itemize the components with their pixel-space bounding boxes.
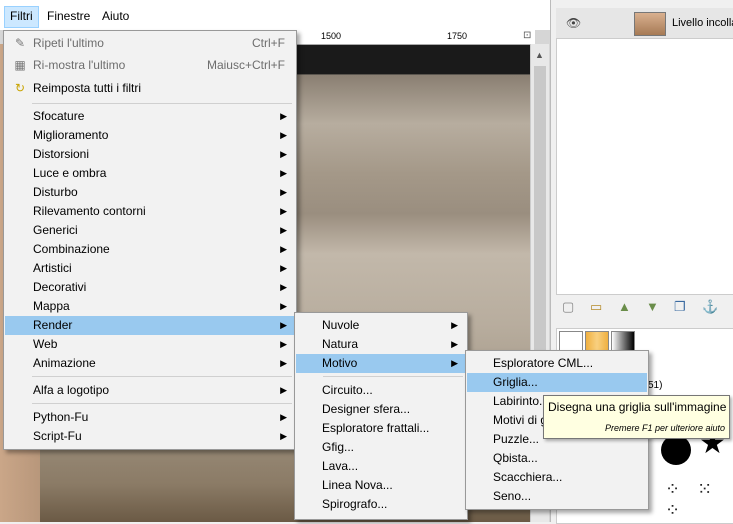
lower-layer-icon[interactable]: ▼ — [646, 299, 659, 314]
menu-item-generici[interactable]: Generici ▶ — [5, 221, 295, 240]
layer-group-icon[interactable]: ▭ — [590, 299, 602, 315]
filters-menu: ✎ Ripeti l'ultimo Ctrl+F ▦ Ri-mostra l'u… — [3, 30, 297, 450]
brush-splatter[interactable]: ⁘ ⁙ ⁘ — [665, 479, 733, 521]
menu-item-decorativi[interactable]: Decorativi ▶ — [5, 278, 295, 297]
menu-item-web[interactable]: Web ▶ — [5, 335, 295, 354]
layer-toolbar: ▢ ▭ ▲ ▼ ❐ ⚓ — [556, 296, 733, 320]
menu-item-luce-ombra[interactable]: Luce e ombra ▶ — [5, 164, 295, 183]
menu-item-lava[interactable]: Lava... — [296, 457, 466, 476]
reset-icon: ↻ — [14, 81, 26, 95]
menu-item-scacchiera[interactable]: Scacchiera... — [467, 468, 647, 487]
menu-item-animazione[interactable]: Animazione ▶ — [5, 354, 295, 373]
menu-item-render[interactable]: Render ▶ — [5, 316, 295, 335]
menu-item-python-fu[interactable]: Python-Fu ▶ — [5, 408, 295, 427]
menu-item-gfig[interactable]: Gfig... — [296, 438, 466, 457]
menu-item-linea-nova[interactable]: Linea Nova... — [296, 476, 466, 495]
menu-item-esploratore-cml[interactable]: Esploratore CML... — [467, 354, 647, 373]
duplicate-layer-icon[interactable]: ❐ — [674, 299, 686, 315]
menu-finestre[interactable]: Finestre — [47, 6, 90, 26]
menu-item-alfa-logotipo[interactable]: Alfa a logotipo ▶ — [5, 381, 295, 400]
brush-info: 51) — [648, 380, 663, 391]
scroll-up-icon[interactable]: ▲ — [535, 50, 544, 60]
menu-item-natura[interactable]: Natura ▶ — [296, 335, 466, 354]
ruler-tick-1750: 1750 — [447, 31, 468, 41]
menu-item-spirografo[interactable]: Spirografo... — [296, 495, 466, 514]
menu-item-distorsioni[interactable]: Distorsioni ▶ — [5, 145, 295, 164]
menu-separator — [32, 103, 292, 104]
menu-item-disturbo[interactable]: Disturbo ▶ — [5, 183, 295, 202]
menu-item-esploratore-frattali[interactable]: Esploratore frattali... — [296, 419, 466, 438]
menu-item-circuito[interactable]: Circuito... — [296, 381, 466, 400]
menu-item-qbista[interactable]: Qbista... — [467, 449, 647, 468]
tooltip: Disegna una griglia sull'immagine Premer… — [543, 395, 730, 439]
menu-item-rilevamento-contorni[interactable]: Rilevamento contorni ▶ — [5, 202, 295, 221]
menu-item-reset-filters[interactable]: ↻ Reimposta tutti i filtri — [5, 79, 295, 98]
menu-aiuto[interactable]: Aiuto — [102, 6, 129, 26]
eye-icon[interactable]: 👁 — [566, 16, 581, 30]
repeat-icon: ✎ — [14, 36, 26, 50]
menu-item-script-fu[interactable]: Script-Fu ▶ — [5, 427, 295, 446]
raise-layer-icon[interactable]: ▲ — [618, 299, 631, 314]
horizontal-ruler: 1500 1750 ⊡ — [295, 30, 535, 45]
anchor-icon[interactable]: ⚓ — [702, 299, 718, 315]
new-layer-icon[interactable]: ▢ — [562, 299, 574, 315]
brush-circle[interactable] — [661, 435, 691, 465]
layer-name: Livello incollat — [672, 17, 733, 29]
tooltip-text: Disegna una griglia sull'immagine — [548, 400, 727, 414]
menu-separator — [32, 376, 292, 377]
layers-list[interactable] — [556, 38, 733, 295]
menu-item-miglioramento[interactable]: Miglioramento ▶ — [5, 126, 295, 145]
menu-filtri[interactable]: Filtri — [10, 6, 33, 26]
menu-item-repeat-last[interactable]: ✎ Ripeti l'ultimo Ctrl+F — [5, 34, 295, 53]
menu-item-designer-sfera[interactable]: Designer sfera... — [296, 400, 466, 419]
zoom-icon[interactable]: ⊡ — [523, 30, 531, 41]
render-submenu: Nuvole ▶ Natura ▶ Motivo ▶ Circuito... Desi… — [294, 312, 468, 520]
menu-item-artistici[interactable]: Artistici ▶ — [5, 259, 295, 278]
menu-item-combinazione[interactable]: Combinazione ▶ — [5, 240, 295, 259]
menu-separator — [32, 403, 292, 404]
menu-separator — [323, 376, 463, 377]
layer-thumbnail — [634, 12, 666, 36]
menu-item-nuvole[interactable]: Nuvole ▶ — [296, 316, 466, 335]
menu-item-motivo[interactable]: Motivo ▶ — [296, 354, 466, 373]
menu-item-reshow-last[interactable]: ▦ Ri-mostra l'ultimo Maiusc+Ctrl+F — [5, 56, 295, 75]
menu-item-griglia[interactable]: Griglia... — [467, 373, 647, 392]
ruler-tick-1500: 1500 — [321, 31, 342, 41]
reshow-icon: ▦ — [14, 58, 26, 72]
tooltip-hint: Premere F1 per ulteriore aiuto — [604, 423, 725, 433]
menu-item-mappa[interactable]: Mappa ▶ — [5, 297, 295, 316]
menu-item-sfocature[interactable]: Sfocature ▶ — [5, 107, 295, 126]
menu-item-seno[interactable]: Seno... — [467, 487, 647, 506]
